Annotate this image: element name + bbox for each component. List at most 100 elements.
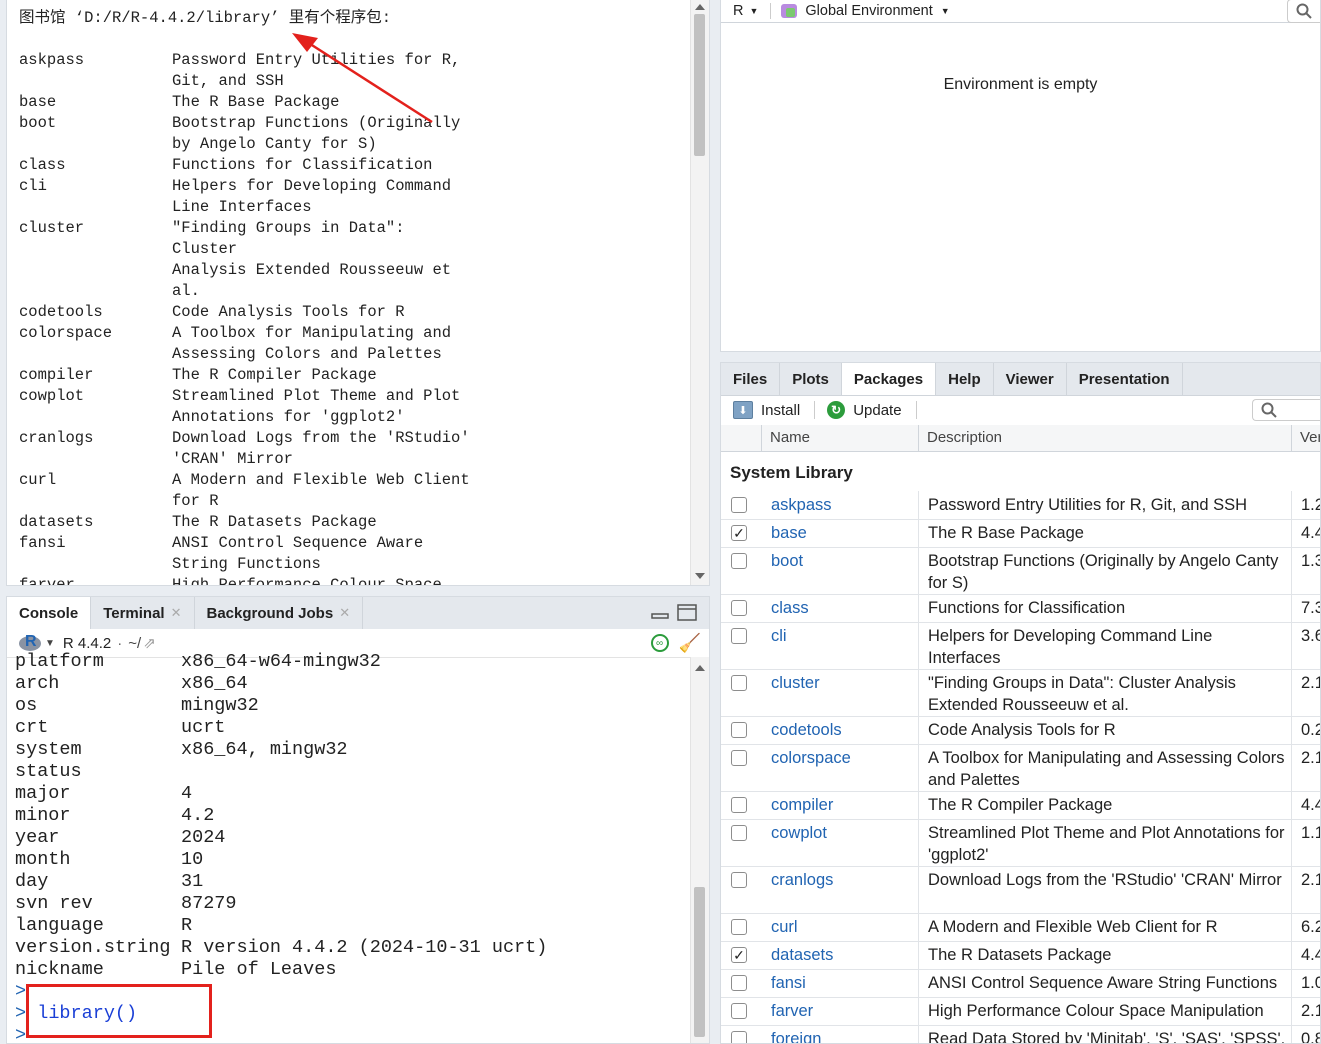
working-dir-label[interactable]: ~/ [128,635,141,652]
library-entry-description: "Finding Groups in Data": Cluster Analys… [172,219,452,300]
version-field-value: 4 [181,783,193,804]
version-field-value: R [181,915,193,936]
package-name-link[interactable]: cowplot [771,822,827,844]
tab-presentation[interactable]: Presentation [1067,363,1183,395]
close-icon[interactable]: ✕ [339,605,350,621]
version-field-value: 31 [181,871,204,892]
chevron-down-icon[interactable]: ▼ [45,638,55,649]
column-divider [918,491,919,519]
package-description: Streamlined Plot Theme and Plot Annotati… [928,824,1285,864]
tab-terminal[interactable]: Terminal ✕ [91,597,195,629]
package-load-checkbox[interactable] [731,497,747,513]
tab-viewer[interactable]: Viewer [994,363,1067,395]
package-name-link[interactable]: askpass [771,494,832,516]
package-load-checkbox[interactable] [731,553,747,569]
minimize-icon[interactable] [649,597,671,629]
chevron-down-icon[interactable]: ▼ [941,6,950,16]
package-description: Code Analysis Tools for R [928,721,1116,739]
package-load-checkbox[interactable] [731,919,747,935]
package-search-input[interactable] [1252,399,1320,421]
scroll-up-icon[interactable] [695,4,705,10]
package-name-link[interactable]: cli [771,625,787,647]
scroll-thumb[interactable] [694,887,705,1037]
version-field-key: language [15,915,104,936]
tab-files[interactable]: Files [721,363,781,395]
library-list: askpass Password Entry Utilities for R, G… [19,50,685,585]
package-load-checkbox[interactable]: ✓ [731,947,747,963]
package-name-link[interactable]: class [771,597,809,619]
package-load-checkbox[interactable] [731,872,747,888]
library-entry-description: A Toolbox for Manipulating and Assessing… [172,324,452,363]
link-icon[interactable]: ∞ [650,634,669,652]
console-pane: Console Terminal ✕ Background Jobs ✕ R ▼ R… [6,596,710,1044]
update-icon[interactable]: ↻ [827,401,846,419]
update-button[interactable]: Update [853,402,901,419]
package-name-link[interactable]: compiler [771,794,833,816]
tab-packages[interactable]: Packages [841,363,937,395]
package-description: High Performance Colour Space Manipulati… [928,1002,1264,1020]
package-load-checkbox[interactable] [731,750,747,766]
package-load-checkbox[interactable] [731,1031,747,1043]
console-output-line: day 31 [15,871,685,893]
scroll-thumb[interactable] [694,14,705,156]
tab-console[interactable]: Console [7,597,92,629]
package-name-link[interactable]: datasets [771,944,833,966]
package-name-link[interactable]: curl [771,916,798,938]
go-to-dir-icon[interactable]: ⇗ [143,634,156,652]
column-divider [1291,997,1292,1025]
chevron-down-icon[interactable]: ▼ [749,6,758,16]
package-load-checkbox[interactable]: ✓ [731,525,747,541]
package-row: colorspace A Toolbox for Manipulating and… [721,744,1320,792]
console-output-line: language R [15,915,685,937]
packages-column-header: Name Description Ver [721,425,1320,452]
column-version[interactable]: Ver [1291,425,1320,451]
package-load-checkbox[interactable] [731,722,747,738]
column-name[interactable]: Name [761,425,919,451]
scroll-down-icon[interactable] [695,573,705,579]
tab-background-jobs[interactable]: Background Jobs ✕ [195,597,364,629]
console-output-line: month 10 [15,849,685,871]
package-load-checkbox[interactable] [731,675,747,691]
install-button[interactable]: Install [761,402,800,419]
package-load-checkbox[interactable] [731,797,747,813]
package-version: 1.0 [1301,974,1320,992]
package-name-link[interactable]: boot [771,550,803,572]
package-load-checkbox[interactable] [731,825,747,841]
package-name-link[interactable]: base [771,522,807,544]
prompt: > [15,1025,27,1044]
console-output-line: major 4 [15,783,685,805]
environment-select[interactable]: Global Environment [805,3,932,19]
version-field-value: R version 4.4.2 (2024-10-31 ucrt) [181,937,548,958]
language-select[interactable]: R [733,3,743,19]
package-description: "Finding Groups in Data": Cluster Analys… [928,674,1236,714]
column-description[interactable]: Description [918,425,1291,451]
package-name-link[interactable]: foreign [771,1028,821,1043]
package-name-link[interactable]: colorspace [771,747,851,769]
package-name-link[interactable]: cranlogs [771,869,833,891]
package-load-checkbox[interactable] [731,628,747,644]
tab-help[interactable]: Help [936,363,994,395]
scroll-up-icon[interactable] [695,665,705,671]
column-divider [918,866,919,913]
column-divider [918,969,919,997]
packages-tabbar: Files Plots Packages Help Viewer Present… [721,363,1320,396]
tab-plots[interactable]: Plots [780,363,842,395]
package-name-link[interactable]: cluster [771,672,820,694]
package-name-link[interactable]: fansi [771,972,806,994]
package-load-checkbox[interactable] [731,600,747,616]
package-description: A Toolbox for Manipulating and Assessing… [928,749,1285,789]
viewer-scrollbar[interactable] [690,0,709,585]
package-load-checkbox[interactable] [731,975,747,991]
package-name-link[interactable]: codetools [771,719,842,741]
console-scrollbar[interactable] [690,657,709,1043]
search-icon[interactable] [1287,0,1320,23]
maximize-icon[interactable] [675,597,699,629]
library-entry-description: ANSI Control Sequence Aware String Funct… [172,534,424,573]
package-name-link[interactable]: farver [771,1000,813,1022]
package-load-checkbox[interactable] [731,1003,747,1019]
console-output-line: crt ucrt [15,717,685,739]
close-icon[interactable]: ✕ [171,605,182,621]
install-icon[interactable]: ⬇ [733,401,753,419]
column-divider [918,941,919,969]
library-entry-description: Helpers for Developing Command Line Inte… [172,177,452,216]
